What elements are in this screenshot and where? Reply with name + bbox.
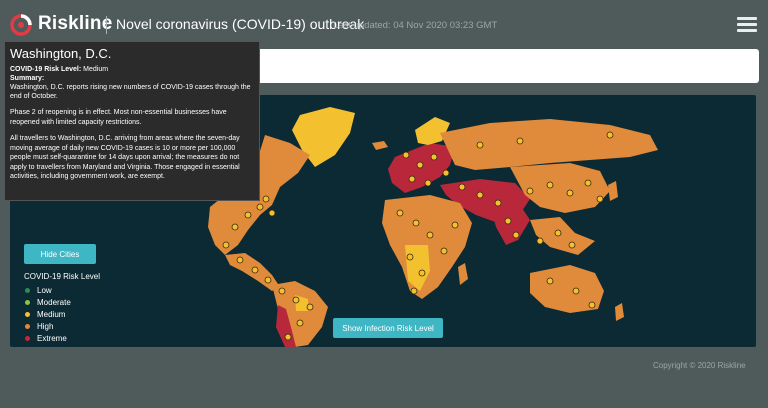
tooltip-risk-value: Medium bbox=[83, 66, 109, 73]
southeast-asia-region bbox=[530, 217, 595, 255]
india-region bbox=[490, 205, 530, 245]
hamburger-menu-icon[interactable] bbox=[737, 17, 757, 33]
risk-level-legend: COVID-19 Risk Level Low Moderate Medium … bbox=[24, 272, 100, 344]
tooltip-summary-label: Summary: bbox=[10, 75, 45, 82]
tooltip-title: Washington, D.C. bbox=[10, 46, 112, 61]
legend-dot-icon bbox=[25, 335, 30, 341]
legend-dot-icon bbox=[25, 311, 30, 317]
tooltip-paragraph-2: Phase 2 of reopening is in effect. Most … bbox=[10, 109, 227, 126]
city-info-tooltip: Washington, D.C. COVID-19 Risk Level: Me… bbox=[4, 41, 260, 201]
legend-label: Moderate bbox=[37, 297, 71, 307]
russia-region bbox=[440, 119, 658, 170]
legend-dot-icon bbox=[25, 287, 30, 293]
tooltip-risk-label: COVID-19 Risk Level: bbox=[10, 66, 82, 73]
tooltip-risk-level: COVID-19 Risk Level: Medium bbox=[10, 65, 254, 74]
legend-dot-icon bbox=[25, 299, 30, 305]
show-infection-risk-button[interactable]: Show Infection Risk Level bbox=[333, 318, 443, 338]
japan-region bbox=[608, 181, 618, 201]
madagascar-region bbox=[458, 263, 468, 285]
iceland-region bbox=[372, 141, 388, 150]
legend-item-low: Low bbox=[24, 284, 100, 296]
brand-name[interactable]: Riskline bbox=[38, 13, 112, 35]
hide-cities-button[interactable]: Hide Cities bbox=[24, 244, 96, 264]
last-updated-text: Last updated: 04 Nov 2020 03:23 GMT bbox=[333, 20, 498, 31]
legend-item-extreme: Extreme bbox=[24, 332, 100, 344]
legend-label: High bbox=[37, 321, 54, 331]
legend-label: Extreme bbox=[37, 333, 67, 343]
legend-label: Medium bbox=[37, 309, 66, 319]
legend-item-moderate: Moderate bbox=[24, 296, 100, 308]
riskline-logo-icon bbox=[10, 14, 32, 36]
copyright-text: Copyright © 2020 Riskline bbox=[653, 361, 746, 370]
legend-dot-icon bbox=[25, 323, 30, 329]
tooltip-summary-text: Washington, D.C. reports rising new numb… bbox=[10, 84, 251, 100]
page-title: Novel coronavirus (COVID-19) outbreak bbox=[116, 16, 365, 32]
tooltip-paragraph-3: All travellers to Washington, D.C. arriv… bbox=[10, 135, 240, 180]
legend-title: COVID-19 Risk Level bbox=[24, 272, 101, 281]
header-divider bbox=[106, 16, 107, 34]
legend-item-medium: Medium bbox=[24, 308, 100, 320]
search-input[interactable] bbox=[256, 49, 759, 83]
legend-item-high: High bbox=[24, 320, 100, 332]
legend-label: Low bbox=[37, 285, 52, 295]
new-zealand-region bbox=[615, 303, 624, 321]
